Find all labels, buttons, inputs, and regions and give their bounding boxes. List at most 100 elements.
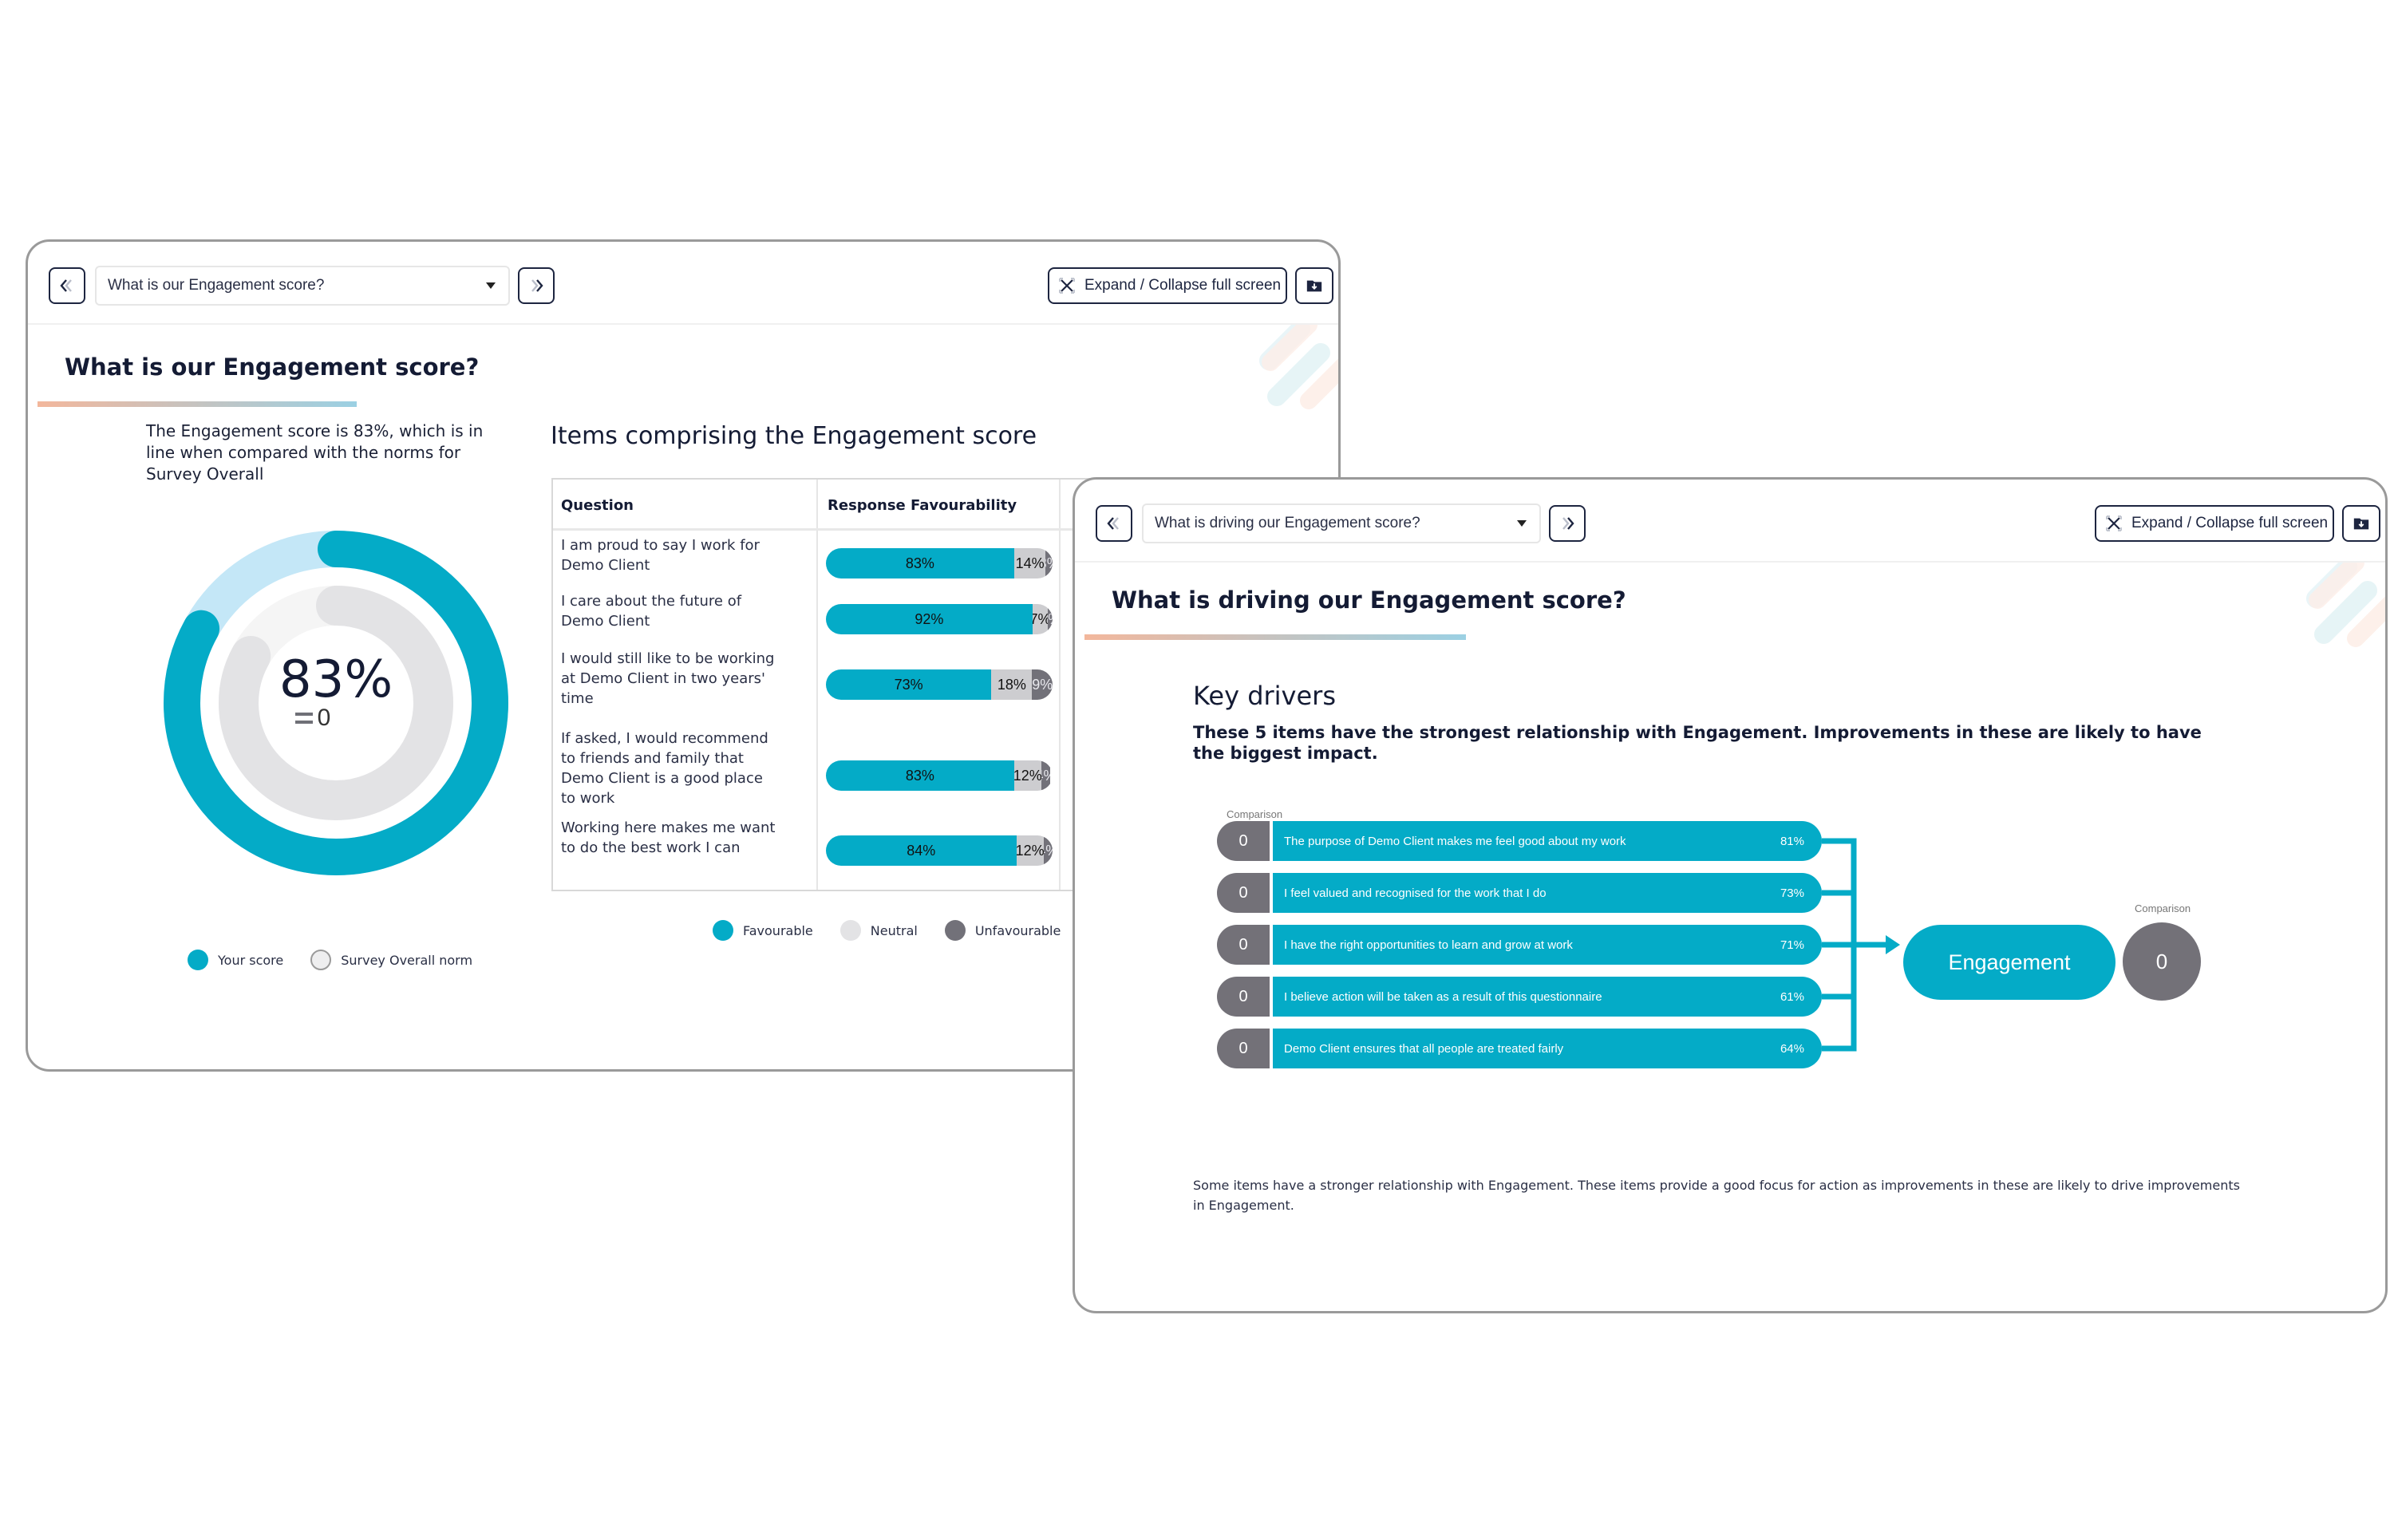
driver-label: I believe action will be taken as a resu… [1284,989,1602,1004]
driver-label: The purpose of Demo Client makes me feel… [1284,834,1626,848]
next-question-button[interactable] [518,267,555,304]
table-row-question: Working here makes me want to do the bes… [561,819,776,856]
donut-comparison-value: 0 [317,705,331,731]
donut-comparison: 0 [294,705,331,732]
driver-label: Demo Client ensures that all people are … [1284,1041,1564,1056]
key-drivers-title: Key drivers [1193,681,1336,711]
folder-download-icon [2353,518,2369,530]
next-question-button[interactable] [1549,505,1586,542]
panel-toolbar: What is driving our Engagement score? Ex… [1075,480,2385,563]
bar-segment-unfavourable: 4% [1043,835,1053,866]
bar-segment-unfavourable: 3% [1045,548,1053,578]
outcome-comparison-value: 0 [2123,922,2201,1001]
driver-row: 0 I have the right opportunities to learn… [1217,925,1822,965]
legend-dot-icon [839,920,861,941]
driver-value: 81% [1780,834,1804,848]
legend-item-unfavourable: Unfavourable [944,920,1061,941]
bar-segment-neutral: 12% [1016,835,1044,866]
bar-segment-neutral: 7% [1032,604,1049,634]
driver-bar: Demo Client ensures that all people are … [1273,1029,1822,1068]
driver-row: 0 Demo Client ensures that all people are… [1217,1029,1822,1068]
driver-comparison: 0 [1217,873,1270,913]
expand-collapse-button[interactable]: Expand / Collapse full screen [2095,505,2334,542]
driver-comparison: 0 [1217,821,1270,861]
legend-item-norm: Survey Overall norm [310,950,472,970]
question-select-value: What is driving our Engagement score? [1155,515,1420,531]
chevron-double-left-icon [1107,517,1119,530]
driver-bar: The purpose of Demo Client makes me feel… [1273,821,1822,861]
table-row-question: I am proud to say I work for Demo Client [561,537,760,574]
favourability-bar: 92%7%2% [826,604,1053,634]
donut-legend: Your score Survey Overall norm [188,950,500,970]
driver-bar: I believe action will be taken as a resu… [1273,977,1822,1017]
legend-item-your-score: Your score [188,950,283,970]
driver-value: 61% [1780,989,1804,1004]
engagement-outcome: Engagement [1903,925,2115,1000]
legend-label: Favourable [743,922,813,938]
bar-segment-unfavourable: 2% [1048,604,1053,634]
legend-item-favourable: Favourable [713,920,813,941]
question-select[interactable]: What is driving our Engagement score? [1142,503,1541,543]
score-summary: The Engagement score is 83%, which is in… [146,421,484,484]
table-row-question: If asked, I would recommend to friends a… [561,730,768,807]
bar-segment-unfavourable: 4% [1041,760,1051,791]
bar-segment-unfavourable: 9% [1032,669,1053,700]
driver-bar: I feel valued and recognised for the wor… [1273,873,1822,913]
title-underline [1084,634,1466,640]
legend-label: Unfavourable [974,922,1061,938]
outcome-comparison-label: Comparison [2135,902,2191,914]
page-title: What is our Engagement score? [65,353,480,381]
bar-segment-favourable: 83% [826,760,1014,791]
legend-dot-icon [188,950,208,970]
drivers-footnote: Some items have a stronger relationship … [1193,1178,2240,1213]
key-drivers-panel: What is driving our Engagement score? Ex… [1073,477,2388,1313]
driver-comparison: 0 [1217,977,1270,1017]
folder-download-icon [1306,280,1322,292]
legend-dot-icon [713,920,733,941]
driver-value: 71% [1780,938,1804,952]
column-divider [816,480,818,890]
expand-collapse-label: Expand / Collapse full screen [1084,277,1282,294]
driver-value: 73% [1780,886,1804,900]
column-divider [1059,480,1061,890]
legend-dot-icon [944,920,966,941]
favourability-bar: 73% 18% 9% [826,669,1053,700]
chevron-double-left-icon [60,279,72,292]
favourability-bar: 83%14%3% [826,548,1053,578]
question-select[interactable]: What is our Engagement score? [95,266,510,306]
driver-comparison: 0 [1217,1029,1270,1068]
legend-dot-icon [310,950,332,970]
download-button[interactable] [2342,505,2380,542]
favourability-bar: 84%12%4% [826,835,1053,866]
previous-question-button[interactable] [49,267,85,304]
decorative-stripes [1259,325,1338,409]
bar-segment-favourable: 84% [826,835,1017,866]
page-title: What is driving our Engagement score? [1112,586,1626,614]
arrow-right-icon [1886,935,1900,954]
caret-down-icon [486,282,496,289]
bar-segment-neutral: 12% [1013,760,1041,791]
driver-bar: I have the right opportunities to learn … [1273,925,1822,965]
legend-label: Survey Overall norm [341,952,473,968]
download-button[interactable] [1295,267,1333,304]
driver-label: I have the right opportunities to learn … [1284,938,1573,952]
title-underline [38,401,357,407]
donut-center: 83% 0 [164,531,508,875]
items-section-title: Items comprising the Engagement score [551,422,1037,450]
connector-branches [1822,890,1854,1000]
decorative-stripes [2306,563,2385,647]
favourability-bar: 83%12%4% [826,760,1053,791]
legend-item-neutral: Neutral [839,920,918,941]
chevron-double-right-icon [1562,517,1574,530]
bar-segment-favourable: 73% [826,669,992,700]
caret-down-icon [1517,520,1527,527]
legend-label: Your score [218,952,284,968]
drivers-comparison-label: Comparison [1227,808,1283,820]
driver-comparison: 0 [1217,925,1270,965]
question-select-value: What is our Engagement score? [108,277,325,294]
previous-question-button[interactable] [1096,505,1132,542]
driver-row: 0 The purpose of Demo Client makes me fee… [1217,821,1822,861]
bar-segment-neutral: 14% [1013,548,1046,578]
expand-collapse-button[interactable]: Expand / Collapse full screen [1048,267,1287,304]
favourability-legend: Favourable Neutral Unfavourable [713,920,1088,941]
